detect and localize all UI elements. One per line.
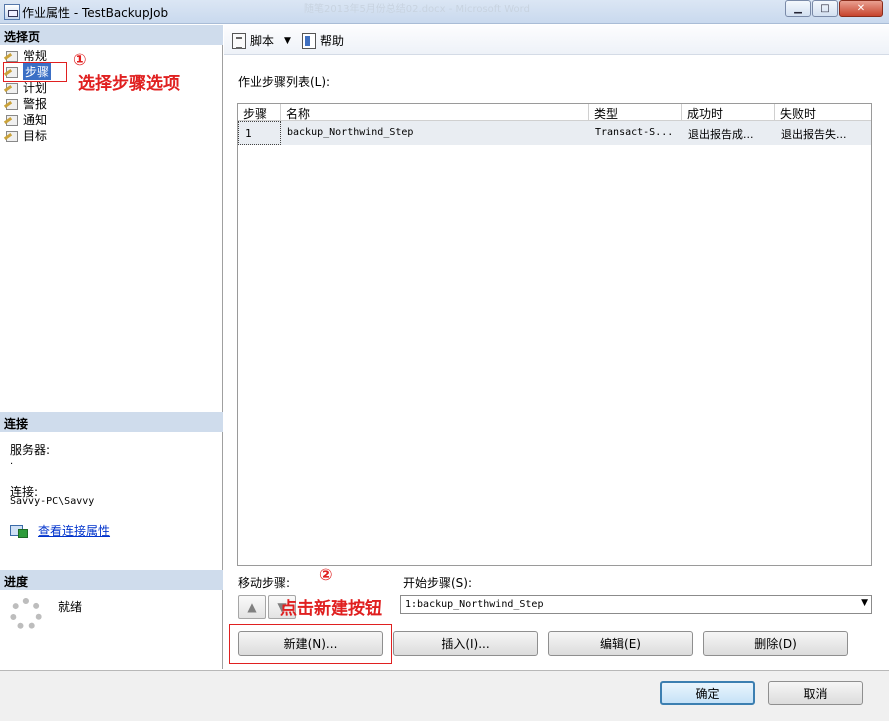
nav-item-label: 目标 [23, 129, 48, 143]
connection-header: 连接 [0, 412, 223, 432]
nav-item-targets[interactable]: 目标 [4, 128, 47, 143]
nav-item-general[interactable]: 常规 [4, 48, 47, 63]
move-step-label: 移动步骤: [238, 576, 291, 590]
column-header-name[interactable]: 名称 [281, 104, 589, 121]
start-step-select[interactable]: 1:backup_Northwind_Step ▼ [400, 595, 872, 614]
insert-button[interactable]: 插入(I)... [393, 631, 538, 656]
annotation-box-steps [3, 62, 67, 82]
cell-on-success: 退出报告成... [688, 128, 754, 141]
view-connection-link[interactable]: 查看连接属性 [38, 522, 110, 539]
server-label: 服务器: [10, 443, 51, 457]
column-header-type[interactable]: 类型 [589, 104, 682, 121]
chevron-down-icon[interactable]: ▼ [861, 598, 868, 608]
background-window-title: 随笔2013年5月份总结02.docx - Microsoft Word [304, 4, 530, 15]
cell-name: backup_Northwind_Step [287, 127, 414, 138]
grid-header: 步骤 名称 类型 成功时 失败时 [238, 104, 871, 121]
page-icon [4, 81, 19, 94]
connection-properties-icon [10, 524, 28, 538]
nav-item-notifications[interactable]: 通知 [4, 112, 47, 127]
step-list-label: 作业步骤列表(L): [238, 75, 331, 89]
select-page-header: 选择页 [0, 25, 223, 45]
job-steps-grid[interactable]: 步骤 名称 类型 成功时 失败时 1 backup_Northwind_Step… [237, 103, 872, 566]
nav-item-alerts[interactable]: 警报 [4, 96, 47, 111]
dialog-footer: 确定 取消 [0, 670, 889, 721]
column-header-step[interactable]: 步骤 [238, 104, 281, 121]
ok-button[interactable]: 确定 [660, 681, 755, 705]
cancel-button[interactable]: 取消 [768, 681, 863, 705]
arrow-up-icon: ▲ [247, 600, 257, 614]
main-panel: 脚本 ▼ 帮助 作业步骤列表(L): 步骤 名称 类型 成功时 失败时 1 ba… [224, 25, 889, 669]
column-header-on-failure[interactable]: 失败时 [775, 104, 871, 121]
chevron-down-icon[interactable]: ▼ [284, 36, 291, 46]
annotation-number-2: ② [319, 565, 333, 584]
server-value: . [10, 456, 14, 467]
cell-on-failure: 退出报告失... [781, 128, 847, 141]
help-icon [302, 32, 316, 49]
cell-step: 1 [238, 121, 281, 145]
left-panel: 选择页 常规 步骤 计划 警报 通知 目标 ① 选择步骤选项 连接 服务器: .… [0, 25, 223, 669]
table-row[interactable]: 1 backup_Northwind_Step Transact-S... 退出… [238, 121, 871, 145]
start-step-value: 1:backup_Northwind_Step [405, 599, 544, 610]
title-bar: 作业属性 - TestBackupJob 随笔2013年5月份总结02.docx… [0, 0, 889, 24]
delete-button[interactable]: 删除(D) [703, 631, 848, 656]
annotation-text-2: 点击新建按钮 [280, 599, 382, 619]
annotation-number-1: ① [73, 50, 87, 69]
window-title: 作业属性 - TestBackupJob [22, 6, 169, 20]
connection-value: Savvy-PC\Savvy [10, 496, 95, 507]
progress-header: 进度 [0, 570, 223, 590]
view-connection-properties[interactable]: 查看连接属性 [10, 522, 110, 539]
maximize-button[interactable]: □ [812, 0, 838, 17]
help-label: 帮助 [320, 34, 345, 48]
script-button[interactable]: 脚本 ▼ [232, 32, 291, 49]
new-button[interactable]: 新建(N)... [238, 631, 383, 656]
page-icon [4, 113, 19, 126]
page-icon [4, 49, 19, 62]
minimize-button[interactable]: ▁ [785, 0, 811, 17]
progress-status: 就绪 [58, 600, 83, 614]
help-button[interactable]: 帮助 [302, 32, 344, 49]
page-icon [4, 129, 19, 142]
start-step-label: 开始步骤(S): [403, 576, 473, 590]
progress-spinner-icon [10, 598, 42, 630]
nav-item-label: 警报 [23, 97, 48, 111]
close-button[interactable]: ✕ [839, 0, 883, 17]
nav-item-schedules[interactable]: 计划 [4, 80, 47, 95]
script-icon [232, 32, 246, 49]
cell-type: Transact-S... [595, 127, 674, 138]
script-label: 脚本 [250, 34, 275, 48]
column-header-on-success[interactable]: 成功时 [682, 104, 775, 121]
annotation-text-1: 选择步骤选项 [78, 74, 180, 94]
move-up-button[interactable]: ▲ [238, 595, 266, 619]
app-icon [4, 4, 20, 20]
page-icon [4, 97, 19, 110]
nav-item-label: 通知 [23, 113, 48, 127]
edit-button[interactable]: 编辑(E) [548, 631, 693, 656]
toolbar: 脚本 ▼ 帮助 [224, 25, 889, 55]
